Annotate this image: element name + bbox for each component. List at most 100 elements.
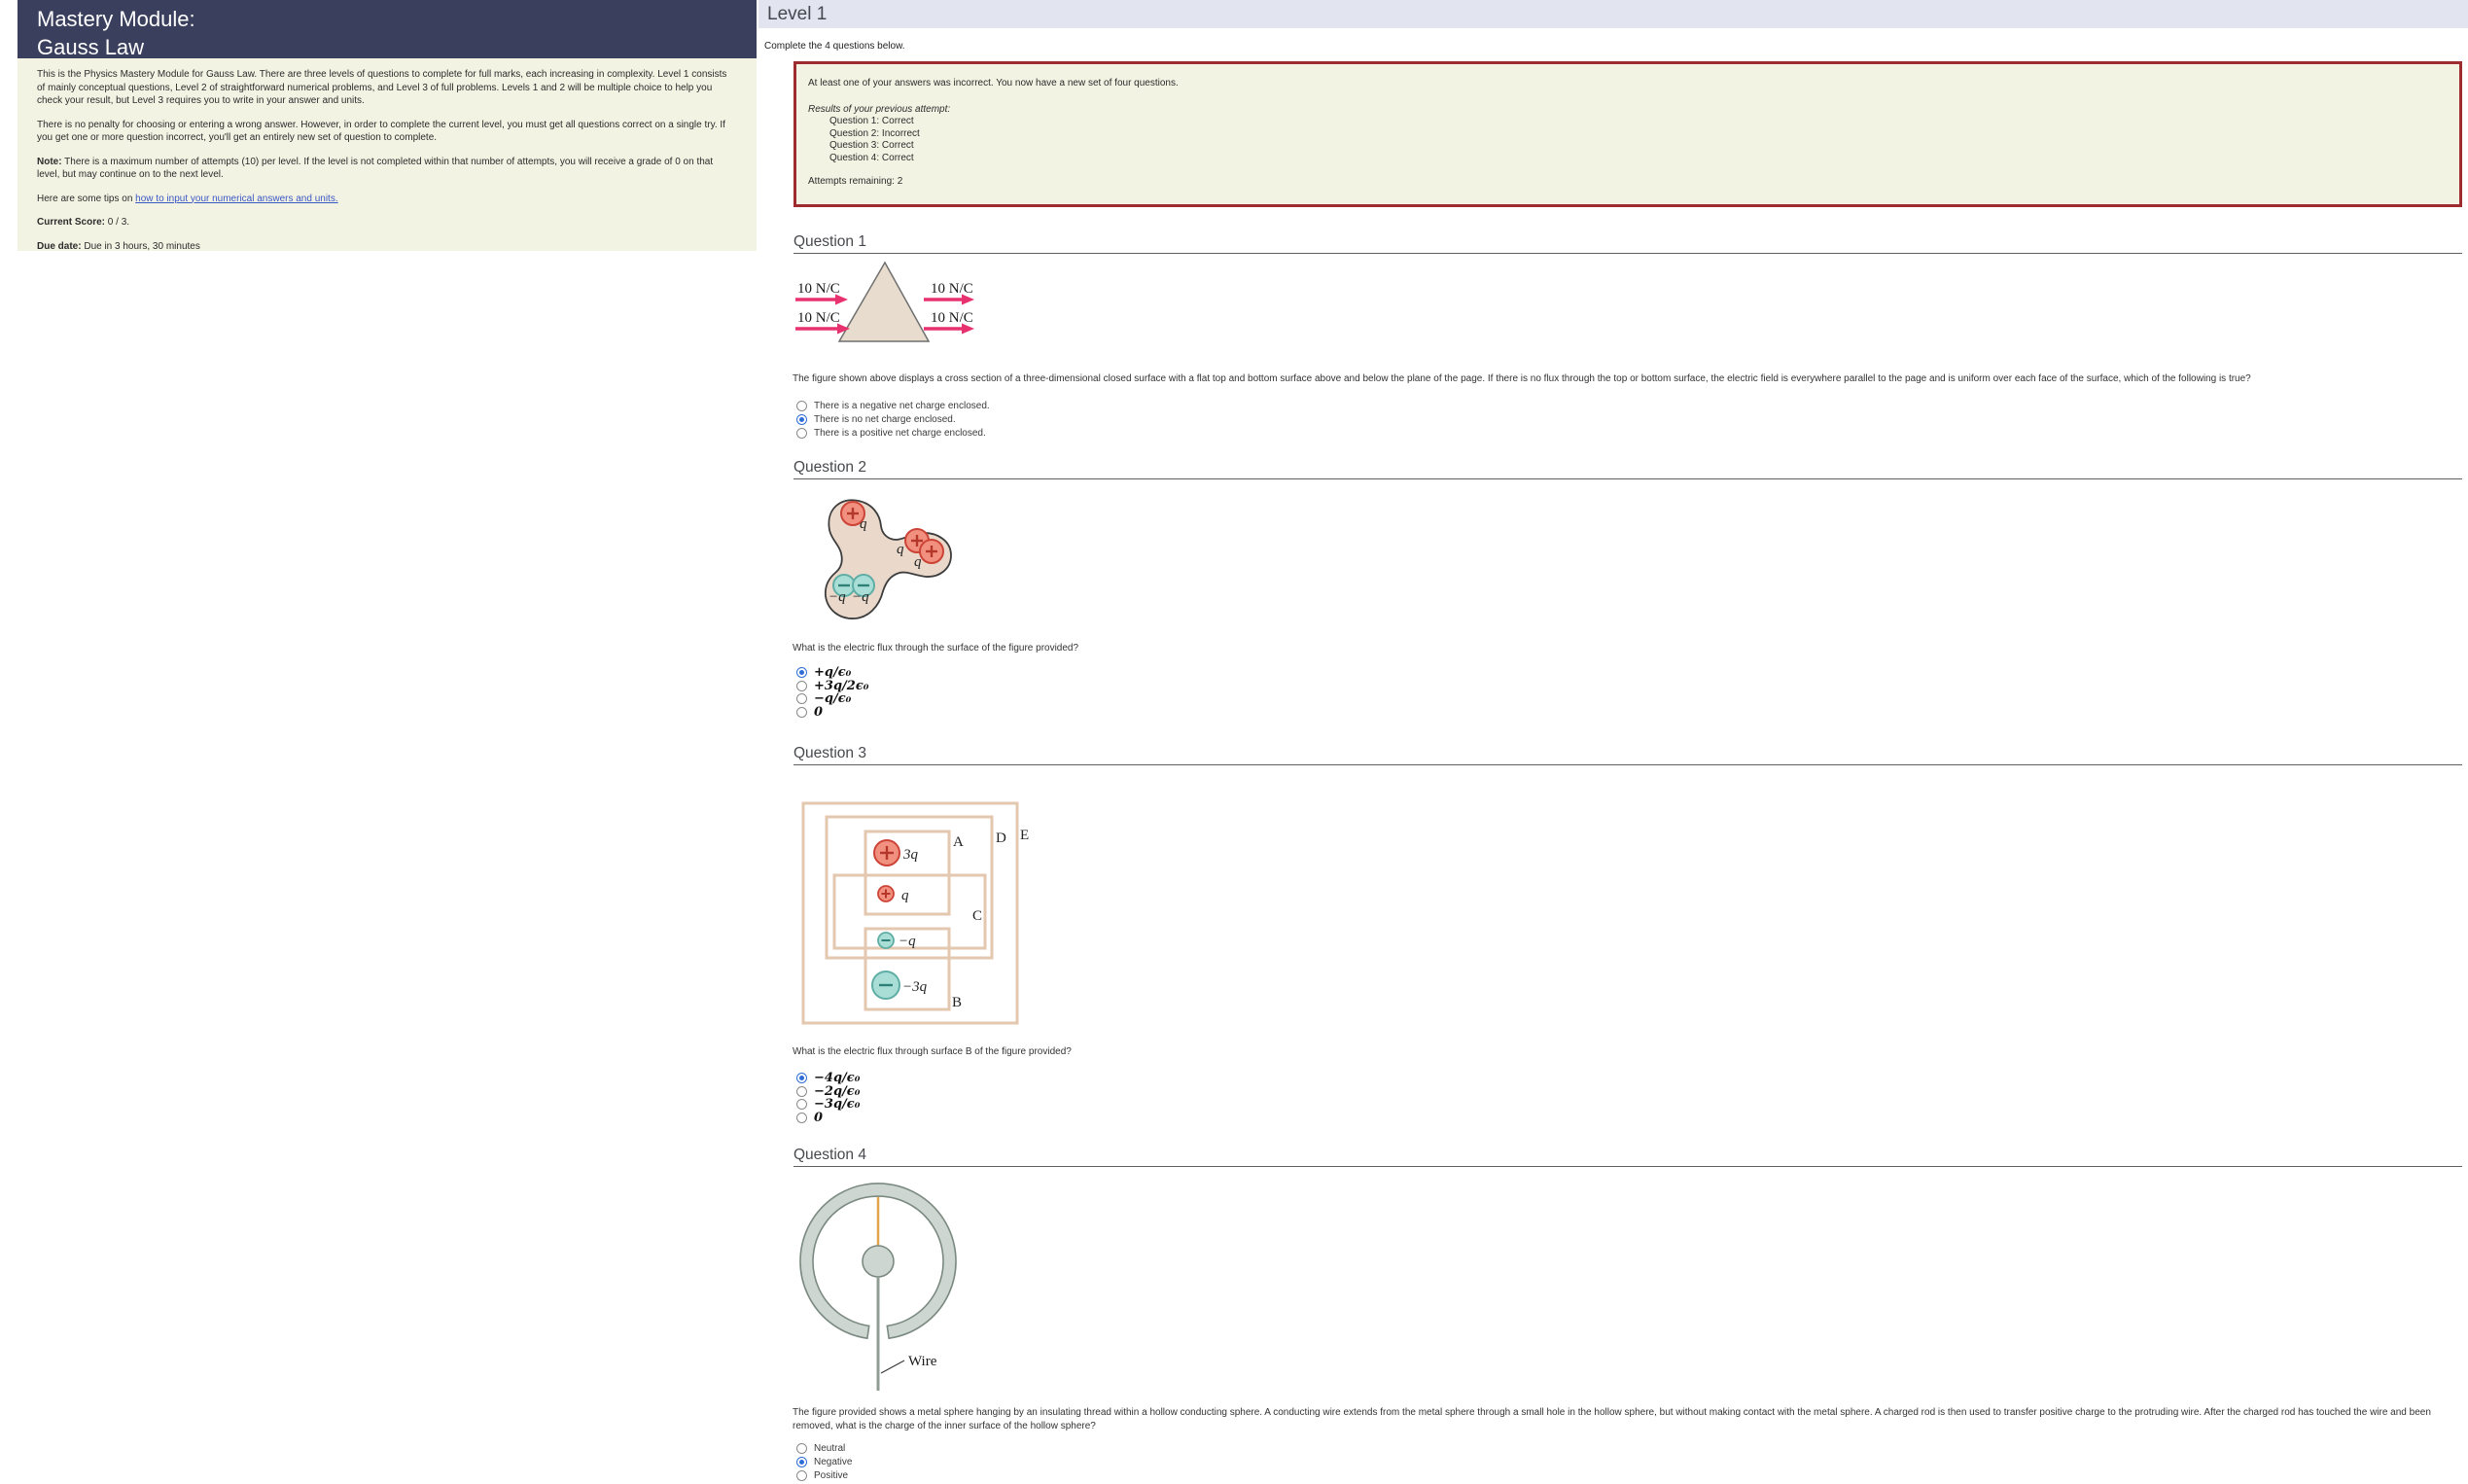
- question-2-option-3[interactable]: −q/ϵ₀: [796, 691, 851, 705]
- level-instruction: Complete the 4 questions below.: [764, 41, 905, 52]
- due-date-line: Due date: Due in 3 hours, 30 minutes: [37, 240, 737, 254]
- surface-label-E: E: [1020, 828, 1029, 843]
- radio-button[interactable]: [796, 414, 807, 425]
- previous-attempt-alert: At least one of your answers was incorre…: [793, 61, 2462, 207]
- charge-label-q2: q: [897, 542, 904, 557]
- alert-message: At least one of your answers was incorre…: [808, 78, 2448, 90]
- option-label: −3q/ϵ₀: [814, 1097, 860, 1112]
- question-1-heading: Question 1: [793, 234, 2462, 254]
- module-title-line2: Gauss Law: [37, 33, 757, 61]
- radio-button[interactable]: [796, 401, 807, 411]
- module-note: Note: There is a maximum number of attem…: [37, 156, 737, 182]
- question-1-text: The figure shown above displays a cross …: [793, 372, 2457, 386]
- question-3-option-4[interactable]: 0: [796, 1111, 823, 1124]
- module-description-paragraph-2: There is no penalty for choosing or ente…: [37, 119, 737, 145]
- radio-button[interactable]: [796, 1457, 807, 1467]
- module-title-line1: Mastery Module:: [37, 5, 757, 33]
- question-1-figure: 10 N/C 10 N/C 10 N/C 10 N/C: [773, 255, 982, 352]
- triangle-surface: [839, 263, 929, 341]
- question-2-heading: Question 2: [793, 460, 2462, 479]
- module-description-panel: This is the Physics Mastery Module for G…: [18, 58, 757, 251]
- module-title-header: Mastery Module: Gauss Law: [18, 0, 757, 58]
- option-label: Positive: [814, 1470, 848, 1481]
- radio-button[interactable]: [796, 1113, 807, 1123]
- option-label: 0: [814, 1111, 823, 1125]
- attempts-remaining: Attempts remaining: 2: [808, 176, 2448, 189]
- radio-button[interactable]: [796, 1073, 807, 1083]
- wire-pointer-line: [881, 1360, 904, 1373]
- option-label: Negative: [814, 1457, 852, 1467]
- radio-button[interactable]: [796, 1086, 807, 1097]
- surface-label-A: A: [953, 834, 964, 850]
- question-2-option-1[interactable]: +q/ϵ₀: [796, 665, 851, 679]
- field-label-top-right: 10 N/C: [931, 281, 973, 297]
- radio-button[interactable]: [796, 707, 807, 718]
- question-4-option-2[interactable]: Negative: [796, 1456, 852, 1468]
- question-1-option-3[interactable]: There is a positive net charge enclosed.: [796, 427, 986, 440]
- field-arrowhead-top-left: [835, 295, 848, 305]
- tips-line: Here are some tips on how to input your …: [37, 193, 737, 206]
- radio-button[interactable]: [796, 693, 807, 704]
- alert-result-question-3: Question 3: Correct: [829, 140, 2448, 153]
- radio-dot: [799, 1076, 804, 1080]
- question-1-option-1[interactable]: There is a negative net charge enclosed.: [796, 400, 990, 412]
- tips-prefix: Here are some tips on: [37, 194, 135, 204]
- charge-label-q3: q: [914, 554, 922, 570]
- alert-result-question-1: Question 1: Correct: [829, 116, 2448, 128]
- question-3-heading: Question 3: [793, 746, 2462, 765]
- level-title-bar: Level 1: [758, 0, 2468, 28]
- radio-button[interactable]: [796, 1470, 807, 1481]
- surface-label-B: B: [952, 995, 962, 1010]
- option-label: −q/ϵ₀: [814, 691, 851, 706]
- due-date-value: Due in 3 hours, 30 minutes: [82, 241, 200, 252]
- radio-button[interactable]: [796, 667, 807, 678]
- alert-result-question-4: Question 4: Correct: [829, 153, 2448, 165]
- current-score-value: 0 / 3.: [105, 217, 129, 228]
- radio-button[interactable]: [796, 681, 807, 691]
- alert-results-heading: Results of your previous attempt:: [808, 104, 2448, 117]
- radio-button[interactable]: [796, 428, 807, 439]
- current-score-label: Current Score:: [37, 217, 105, 228]
- radio-button[interactable]: [796, 1099, 807, 1110]
- charge-label-negq2: −q: [852, 589, 869, 605]
- option-label: −4q/ϵ₀: [814, 1071, 860, 1085]
- option-label: 0: [814, 705, 823, 720]
- question-2-option-4[interactable]: 0: [796, 705, 823, 719]
- numerical-answers-help-link[interactable]: how to input your numerical answers and …: [135, 194, 337, 204]
- option-label: +q/ϵ₀: [814, 665, 851, 680]
- radio-dot: [799, 670, 804, 675]
- question-4-figure: Wire: [788, 1177, 982, 1398]
- question-4-text: The figure provided shows a metal sphere…: [793, 1406, 2457, 1432]
- module-description-paragraph-1: This is the Physics Mastery Module for G…: [37, 68, 737, 108]
- note-text: There is a maximum number of attempts (1…: [37, 157, 713, 181]
- alert-result-question-2: Question 2: Incorrect: [829, 128, 2448, 141]
- surface-label-C: C: [972, 908, 982, 924]
- radio-button[interactable]: [796, 1443, 807, 1454]
- charge-label-negq: −q: [899, 934, 916, 949]
- charge-label-negq1: −q: [829, 589, 846, 605]
- charge-label-neg3q: −3q: [902, 979, 928, 995]
- charge-label-q: q: [901, 888, 909, 903]
- question-3-option-3[interactable]: −3q/ϵ₀: [796, 1097, 860, 1111]
- question-1-option-2[interactable]: There is no net charge enclosed.: [796, 413, 956, 426]
- question-3-option-1[interactable]: −4q/ϵ₀: [796, 1071, 860, 1084]
- option-label: There is no net charge enclosed.: [814, 414, 956, 425]
- question-4-option-3[interactable]: Positive: [796, 1469, 848, 1482]
- question-3-figure: A B C D E 3q q −q −3q: [797, 797, 1031, 1031]
- option-label: There is a negative net charge enclosed.: [814, 401, 990, 411]
- option-label: Neutral: [814, 1443, 845, 1454]
- field-label-bottom-right: 10 N/C: [931, 310, 973, 326]
- radio-dot: [799, 1460, 804, 1465]
- question-2-figure: q q q −q −q: [817, 491, 958, 627]
- level-title: Level 1: [767, 4, 827, 24]
- question-4-option-1[interactable]: Neutral: [796, 1442, 845, 1455]
- note-label: Note:: [37, 157, 62, 167]
- charge-label-q1: q: [860, 516, 867, 532]
- wire-label: Wire: [908, 1354, 937, 1369]
- field-label-top-left: 10 N/C: [797, 281, 840, 297]
- radio-dot: [799, 417, 804, 422]
- charge-label-3q: 3q: [902, 847, 919, 863]
- question-2-text: What is the electric flux through the su…: [793, 642, 2457, 655]
- surface-label-D: D: [996, 830, 1006, 846]
- option-label: There is a positive net charge enclosed.: [814, 428, 986, 439]
